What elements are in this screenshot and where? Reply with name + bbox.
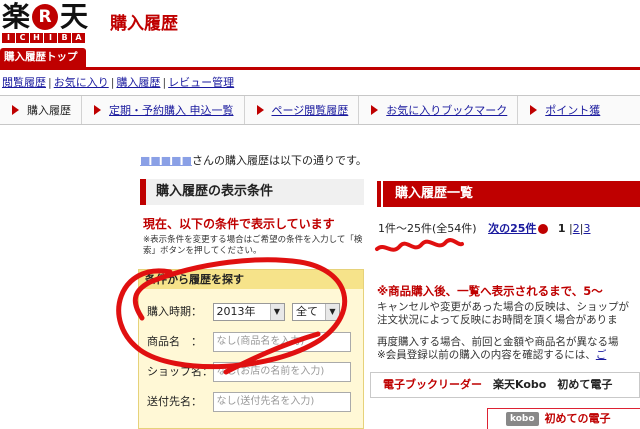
row-product-name: 商品名 ： なし(商品名を入力) [147,332,351,352]
triangle-right-icon [12,105,19,115]
page-3[interactable]: 3 [583,222,590,235]
page-title: 購入履歴 [110,14,178,34]
chevron-down-icon: ▼ [269,304,284,320]
shop-name-input[interactable]: なし(お店の名前を入力) [212,362,351,382]
row-purchase-period: 購入時期： 2013年 ▼ 全て ▼ [147,303,340,321]
next-arrow-icon[interactable] [538,224,549,234]
month-select[interactable]: 全て ▼ [292,303,340,321]
nav-label[interactable]: ページ閲覧履歴 [272,102,349,118]
site-header: 楽 R 天 I C H I B A 購入履歴 [0,0,640,46]
sub-links: 閲覧履歴 | お気に入り | 購入履歴 | レビュー管理 [2,74,234,90]
logo-sub-letter: A [72,33,85,43]
logo-r-mark: R [32,4,59,30]
separator: | [48,76,52,89]
page-numbers: 1 |2|3 [558,222,591,235]
member-note-link[interactable]: ご [596,349,607,361]
nav-label: 購入履歴 [27,104,71,117]
separator: | [110,76,115,89]
logo-ichiba: I C H I B A [2,33,98,43]
ebook-title: 電子ブックリーダー [383,378,482,391]
page-1: 1 [557,222,566,235]
month-value: 全て [296,305,318,318]
logo-sub-letter: C [16,33,29,43]
member-note: ※会員登録以前の購入の内容を確認するには、 [377,349,596,361]
nav-item-subscription[interactable]: 定期・予約購入 申込一覧 [82,96,245,124]
year-label: 購入時期： [147,305,202,318]
search-form: 条件から履歴を探す 購入時期： 2013年 ▼ 全て ▼ 商品名 ： なし(商品名を… [138,269,364,429]
nav-item-purchase-history[interactable]: 購入履歴 [0,96,82,124]
row-destination: 送付先名： なし(送付先名を入力) [147,392,351,412]
rakuten-ichiba-logo[interactable]: 楽 R 天 I C H I B A [2,2,98,44]
next-page-link[interactable]: 次の25件 [488,222,536,235]
triangle-right-icon [371,105,379,115]
nav-item-bookmarks[interactable]: お気に入りブックマーク [359,96,519,124]
list-note-line: ※会員登録以前の購入の内容を確認するには、ご [377,349,606,362]
kobo-promo[interactable]: kobo 初めての電子 [487,408,640,429]
history-nav: 購入履歴 定期・予約購入 申込一覧 ページ閲覧履歴 お気に入りブックマーク ポイ… [0,95,640,125]
list-note-line: キャンセルや変更があった場合の反映は、ショップが [377,301,629,313]
destination-input[interactable]: なし(送付先名を入力) [212,392,351,412]
nav-label[interactable]: ポイント獲 [545,102,600,118]
logo-sub-letter: I [2,33,15,43]
nav-item-page-history[interactable]: ページ閲覧履歴 [245,96,360,124]
pagination: 1件～25件(全54件) 次の25件 1 |2|3 [378,220,590,236]
ebook-subtitle: 楽天Kobo 初めて電子 [493,378,613,391]
tab-purchase-history-top[interactable]: 購入履歴トップ [0,48,86,67]
kobo-badge: kobo [506,412,539,426]
product-name-input[interactable]: なし(商品名を入力) [212,332,351,352]
nav-item-points[interactable]: ポイント獲 [518,96,610,124]
year-select[interactable]: 2013年 ▼ [212,303,285,321]
shop-label: ショップ名： [147,365,213,378]
search-form-title: 条件から履歴を探す [139,270,363,289]
link-review-management[interactable]: レビュー管理 [168,76,234,89]
annotation-squiggle [375,238,464,252]
logo-sub-letter: B [58,33,71,43]
history-list-heading: 購入履歴一覧 [377,181,640,207]
year-value: 2013年 [216,305,256,318]
kobo-promo-text: 初めての電子 [544,412,611,425]
link-browsing-history[interactable]: 閲覧履歴 [2,76,46,89]
nav-label[interactable]: お気に入りブックマーク [386,102,507,118]
separator: | [162,76,167,89]
link-favorites[interactable]: お気に入り [54,76,109,89]
intro-text: ■■■■■さんの購入履歴は以下の通りです。 [140,152,367,168]
destination-label: 送付先名： [147,395,202,408]
result-range: 1件～25件(全54件) [378,222,477,235]
logo-char-1: 楽 [2,0,31,33]
user-name: ■■■■■ [140,154,192,167]
chevron-down-icon: ▼ [325,304,339,320]
header-divider [0,67,640,70]
condition-note: ※表示条件を変更する場合はご希望の条件を入力して「検索」ボタンを押してください。 [143,235,363,256]
list-note-heading: ※商品購入後、一覧へ表示されるまで、5～ [377,284,603,298]
logo-sub-letter: H [30,33,43,43]
list-note-line: 注文状況によって反映にお時間を頂く場合がありま [377,314,618,326]
product-label: 商品名 ： [147,335,202,348]
page-2[interactable]: 2 [573,222,580,235]
triangle-right-icon [256,105,264,115]
list-note-line: 再度購入する場合、前回と金額や商品名が異なる場 [377,336,619,348]
intro-message: さんの購入履歴は以下の通りです。 [191,154,367,167]
ebook-banner[interactable]: 電子ブックリーダー 楽天Kobo 初めて電子 [370,372,640,398]
logo-sub-letter: I [44,33,57,43]
nav-label[interactable]: 定期・予約購入 申込一覧 [109,102,234,118]
triangle-right-icon [530,105,538,115]
condition-heading: 購入履歴の表示条件 [140,179,364,205]
logo-char-2: 天 [60,0,89,33]
row-shop-name: ショップ名： なし(お店の名前を入力) [147,362,351,382]
triangle-right-icon [94,105,101,115]
link-purchase-history[interactable]: 購入履歴 [116,76,160,89]
current-condition-title: 現在、以下の条件で表示しています [143,217,335,231]
